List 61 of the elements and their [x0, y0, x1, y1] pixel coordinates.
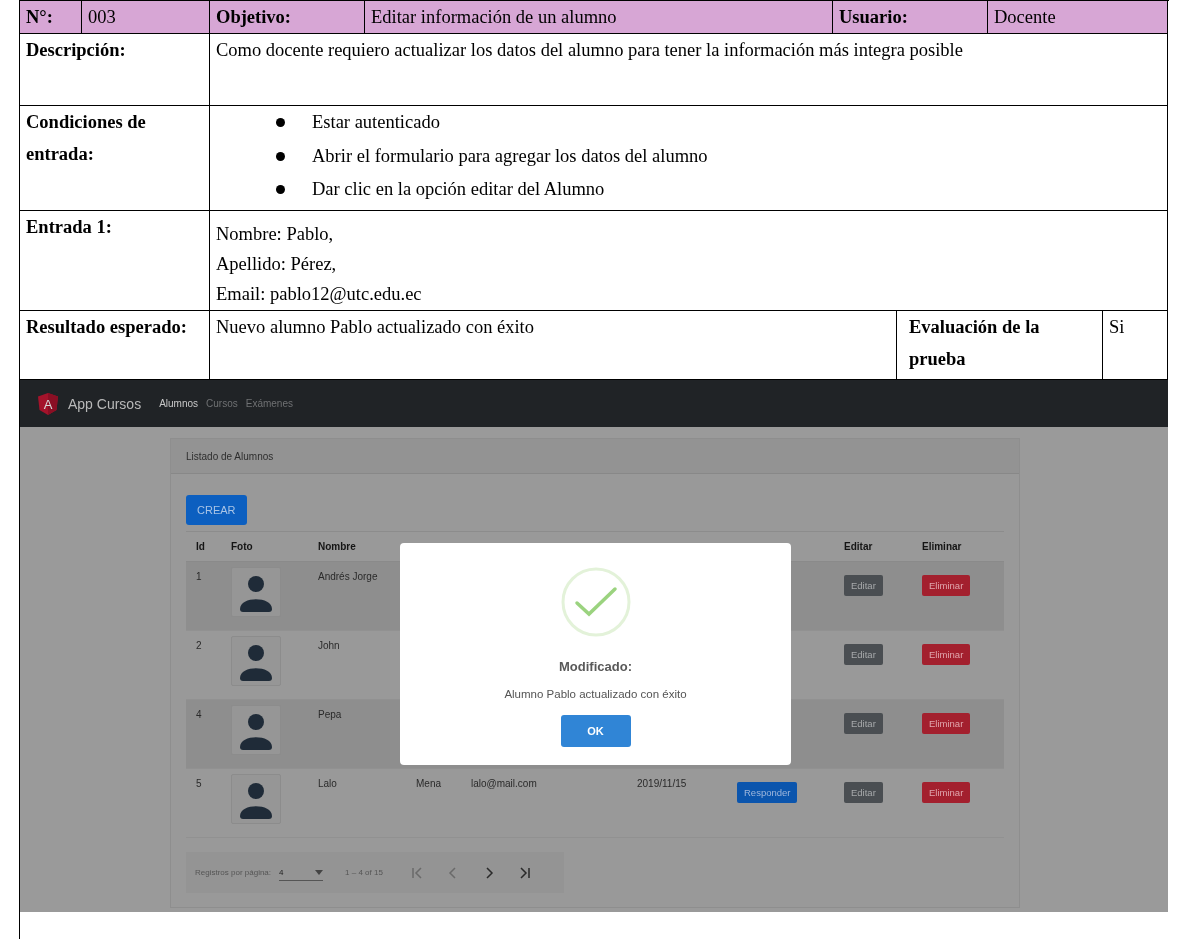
description-text: Como docente requiero actualizar los datos del alumno para tener la información más integra posible — [210, 34, 1168, 106]
ok-button[interactable]: OK — [560, 715, 631, 747]
field-label: N°: — [20, 1, 82, 34]
table-cell-text: Mena — [415, 777, 442, 791]
table-cell-text: Lalo — [317, 777, 338, 791]
page-size-select[interactable]: 4 — [279, 864, 324, 881]
bullet-icon — [276, 185, 285, 195]
row-label: Condiciones de entrada: — [20, 106, 210, 211]
nav-link[interactable]: Cursos — [206, 398, 238, 409]
field-label: Usuario: — [833, 1, 988, 34]
table-cell-text: Andrés Jorge — [317, 570, 379, 584]
delete-button[interactable]: Eliminar — [922, 644, 971, 665]
user-avatar-icon — [231, 705, 281, 755]
user-avatar-icon — [231, 567, 281, 617]
nav-link[interactable]: Alumnos — [159, 398, 199, 409]
table-cell-text: Pepa — [317, 708, 343, 722]
bullet-icon — [276, 118, 285, 128]
dialog-title: Modificado: — [559, 659, 632, 674]
row-label: Descripción: — [20, 34, 210, 106]
column-header: Id — [195, 541, 206, 552]
field-label: Objetivo: — [210, 1, 365, 34]
column-header: Foto — [230, 541, 254, 552]
user-avatar-icon — [231, 636, 281, 686]
field-value: 003 — [82, 1, 210, 34]
dialog-message: Alumno Pablo actualizado con éxito — [504, 688, 687, 700]
edit-button[interactable]: Editar — [844, 575, 883, 596]
success-check-icon — [560, 567, 631, 637]
condition-text: Dar clic en la opción editar del Alumno — [312, 178, 605, 201]
column-header: Nombre — [317, 541, 357, 552]
row-label: Entrada 1: — [20, 211, 210, 311]
delete-button[interactable]: Eliminar — [922, 713, 971, 734]
edit-button[interactable]: Editar — [844, 644, 883, 665]
create-button[interactable]: CREAR — [186, 495, 247, 525]
table-cell-text: 1 — [195, 570, 203, 584]
bullet-icon — [276, 151, 285, 161]
app-brand[interactable]: App Cursos — [68, 395, 142, 412]
nav-link[interactable]: Exámenes — [245, 398, 293, 409]
card-title: Listado de Alumnos — [186, 450, 274, 462]
input-text: Email: pablo12@utc.edu.ec — [216, 283, 422, 306]
table-cell-text: 2019/11/15 — [636, 777, 688, 791]
table-cell-text: lalo@mail.com — [470, 777, 538, 791]
table-cell-text: John — [317, 639, 341, 653]
edit-button[interactable]: Editar — [844, 713, 883, 734]
field-value: Docente — [988, 1, 1168, 34]
edit-button[interactable]: Editar — [844, 782, 883, 803]
respond-button[interactable]: Responder — [737, 782, 798, 803]
condition-text: Abrir el formulario para agregar los datos del alumno — [312, 144, 708, 168]
field-value: Editar información de un alumno — [365, 1, 833, 34]
input-text: Nombre: Pablo, — [216, 223, 334, 246]
table-cell-text: 2 — [195, 639, 203, 653]
shield-logo-icon: A — [38, 392, 58, 415]
column-header: Eliminar — [921, 541, 963, 552]
condition-text: Estar autenticado — [312, 111, 440, 134]
table-cell-text: 4 — [195, 708, 203, 722]
table-cell-text: 5 — [195, 777, 203, 791]
dropdown-caret-icon — [315, 869, 324, 875]
user-avatar-icon — [231, 774, 281, 824]
delete-button[interactable]: Eliminar — [922, 575, 971, 596]
delete-button[interactable]: Eliminar — [922, 782, 971, 803]
column-header: Editar — [843, 541, 874, 552]
input-text: Apellido: Pérez, — [216, 253, 337, 276]
